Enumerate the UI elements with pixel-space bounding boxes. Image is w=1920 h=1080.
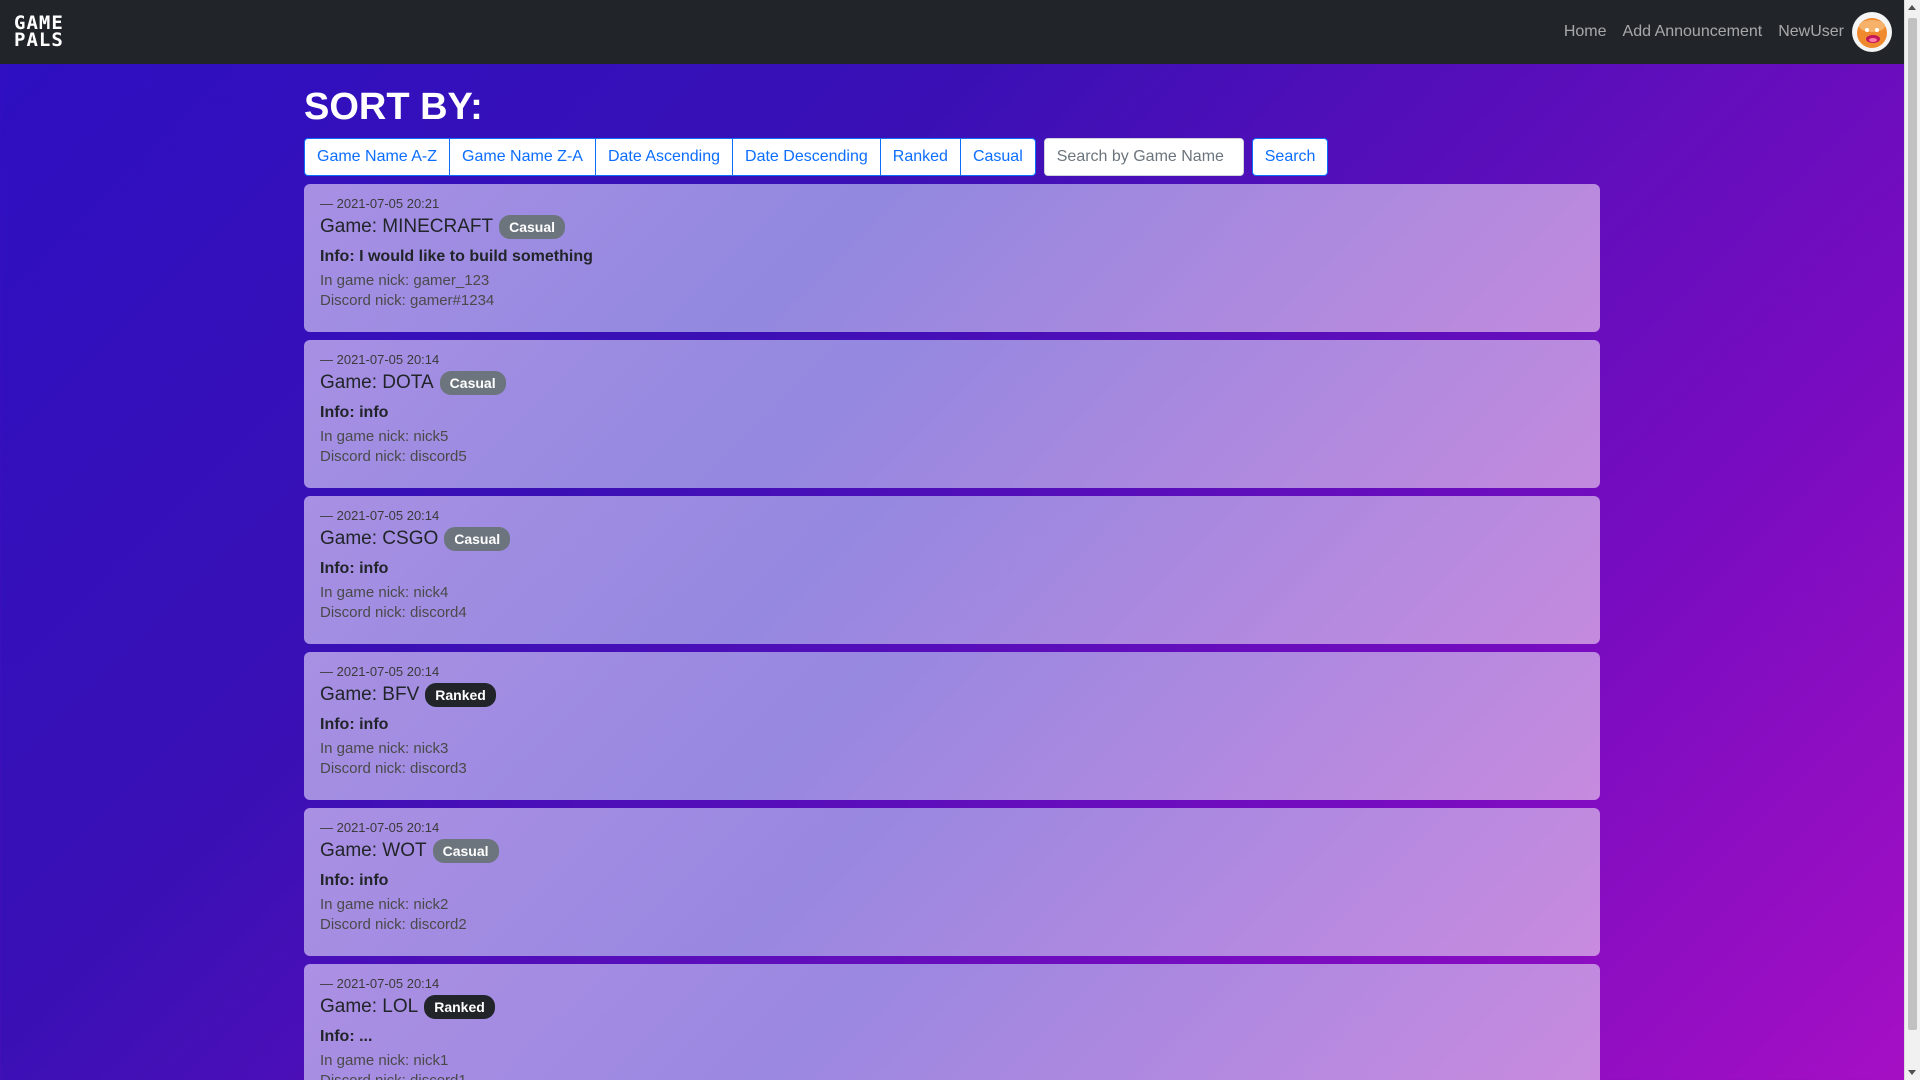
top-navbar: GAME PALS Home Add Announcement NewUser [0,0,1904,64]
search-input[interactable] [1043,138,1244,176]
game-name: Game: WOT [320,840,427,861]
discord-nick: Discord nick: discord2 [320,916,467,933]
mode-badge: Casual [444,527,511,551]
game-name: Game: MINECRAFT [320,216,494,237]
gamepals-logo[interactable]: GAME PALS [14,14,64,51]
announcement-card[interactable]: — 2021-07-05 20:14 Game: BFV Ranked Info… [304,652,1600,800]
discord-nick: Discord nick: discord5 [320,448,467,465]
search-button[interactable]: Search [1251,138,1329,176]
page-scrollbar[interactable] [1904,0,1920,1080]
announcement-info: Info: I would like to build something [320,248,593,265]
filter-casual-button[interactable]: Casual [960,138,1036,176]
announcement-info: Info: ... [320,1028,373,1045]
nav-add-announcement-link[interactable]: Add Announcement [1623,23,1763,41]
announcement-date: — 2021-07-05 20:14 [320,664,440,679]
in-game-nick: In game nick: nick3 [320,740,449,757]
sort-date-asc-button[interactable]: Date Ascending [595,138,734,176]
announcement-date: — 2021-07-05 20:14 [320,352,440,367]
mode-badge: Casual [432,839,499,863]
announcement-card[interactable]: — 2021-07-05 20:21 Game: MINECRAFT Casua… [304,184,1600,332]
main-container: SORT BY: Game Name A-Z Game Name Z-A Dat… [304,64,1600,1080]
user-avatar[interactable] [1852,12,1892,52]
scroll-up-arrow-icon[interactable] [1908,5,1916,10]
discord-nick: Discord nick: gamer#1234 [320,292,495,309]
in-game-nick: In game nick: nick5 [320,428,449,445]
in-game-nick: In game nick: gamer_123 [320,272,490,289]
game-name: Game: CSGO [320,528,439,549]
sort-button-group: Game Name A-Z Game Name Z-A Date Ascendi… [304,138,1036,176]
mode-badge: Casual [439,371,506,395]
avatar-face-icon [1857,18,1887,48]
announcement-card[interactable]: — 2021-07-05 20:14 Game: WOT Casual Info… [304,808,1600,956]
sort-name-za-button[interactable]: Game Name Z-A [450,138,596,176]
mode-badge: Casual [499,215,566,239]
announcement-info: Info: info [320,404,389,421]
filter-ranked-button[interactable]: Ranked [880,138,961,176]
announcement-title: Game: MINECRAFT Casual [320,214,1584,240]
in-game-nick: In game nick: nick1 [320,1052,449,1069]
announcement-date: — 2021-07-05 20:14 [320,820,440,835]
game-name: Game: DOTA [320,372,434,393]
announcement-date: — 2021-07-05 20:14 [320,508,440,523]
announcement-title: Game: BFV Ranked [320,682,1584,708]
nav-links: Home Add Announcement NewUser [1548,12,1892,52]
mode-badge: Ranked [425,683,496,707]
announcement-title: Game: LOL Ranked [320,994,1584,1020]
in-game-nick: In game nick: nick4 [320,584,449,601]
announcement-title: Game: CSGO Casual [320,526,1584,552]
announcement-info: Info: info [320,872,389,889]
nav-home-link[interactable]: Home [1564,23,1607,41]
announcement-list: — 2021-07-05 20:21 Game: MINECRAFT Casua… [304,184,1600,1080]
announcement-card[interactable]: — 2021-07-05 20:14 Game: CSGO Casual Inf… [304,496,1600,644]
announcement-info: Info: info [320,560,389,577]
mode-badge: Ranked [424,995,495,1019]
discord-nick: Discord nick: discord3 [320,760,467,777]
sort-name-az-button[interactable]: Game Name A-Z [304,138,451,176]
discord-nick: Discord nick: discord4 [320,604,467,621]
announcement-info: Info: info [320,716,389,733]
scroll-thumb[interactable] [1908,18,1917,1030]
announcement-title: Game: WOT Casual [320,838,1584,864]
logo-line-2: PALS [14,29,64,51]
announcement-date: — 2021-07-05 20:21 [320,196,440,211]
scroll-down-arrow-icon[interactable] [1908,1070,1916,1075]
announcement-date: — 2021-07-05 20:14 [320,976,440,991]
nav-user-link[interactable]: NewUser [1778,23,1844,41]
sort-title: SORT BY: [304,86,483,128]
sort-toolbar: Game Name A-Z Game Name Z-A Date Ascendi… [304,138,1600,176]
sort-date-desc-button[interactable]: Date Descending [733,138,881,176]
announcement-card[interactable]: — 2021-07-05 20:14 Game: DOTA Casual Inf… [304,340,1600,488]
game-name: Game: LOL [320,996,419,1017]
announcement-card[interactable]: — 2021-07-05 20:14 Game: LOL Ranked Info… [304,964,1600,1080]
in-game-nick: In game nick: nick2 [320,896,449,913]
game-name: Game: BFV [320,684,420,705]
announcement-title: Game: DOTA Casual [320,370,1584,396]
discord-nick: Discord nick: discord1 [320,1072,1584,1080]
